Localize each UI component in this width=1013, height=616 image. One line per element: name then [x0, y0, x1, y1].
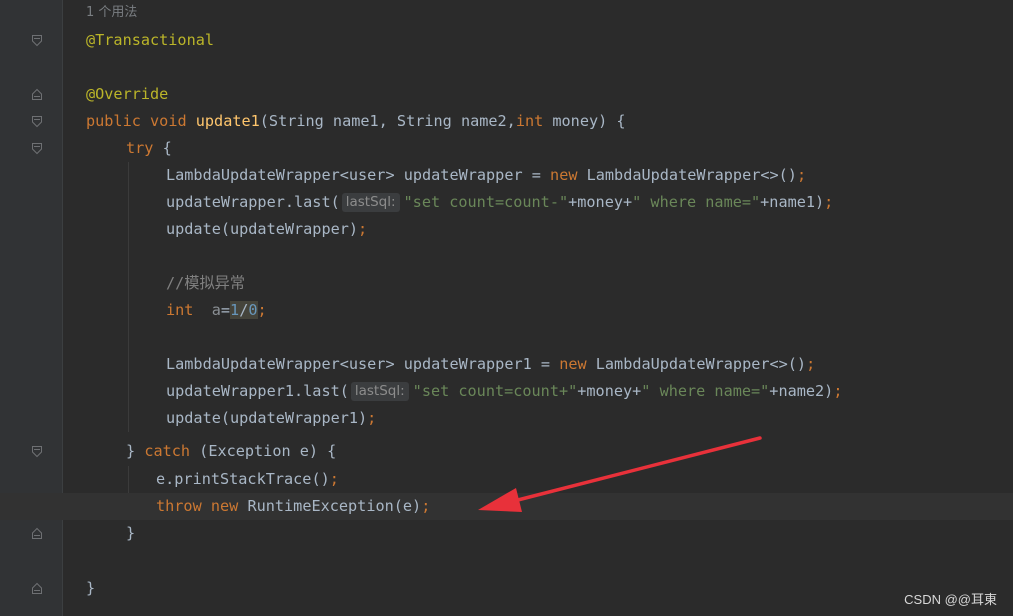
update-call: update(updateWrapper): [166, 220, 359, 238]
code-line: updateWrapper.last(lastSql: "set count=co…: [0, 189, 1013, 216]
code-line: }: [0, 575, 1013, 602]
string-literal: " where name=": [641, 382, 770, 400]
semicolon: ;: [824, 193, 834, 211]
keyword-catch: catch: [144, 442, 191, 460]
semicolon: ;: [806, 355, 816, 373]
watermark: CSDN @@耳東: [904, 592, 997, 607]
semicolon: ;: [257, 301, 267, 319]
catch-args: (Exception e) {: [190, 442, 337, 460]
code-line: 1 个用法: [0, 0, 1013, 27]
concat-name: +name2): [769, 382, 834, 400]
brace: }: [126, 442, 136, 460]
code-line: }: [0, 520, 1013, 547]
number-literal: 1: [230, 301, 240, 319]
usage-hint[interactable]: 1 个用法: [86, 0, 137, 27]
semicolon: ;: [367, 409, 377, 427]
annotation: @Transactional: [86, 31, 215, 49]
method-params-end: money) {: [543, 112, 626, 130]
code-line: update(updateWrapper);: [0, 216, 1013, 243]
comment: //模拟异常: [166, 274, 246, 292]
fold-open-icon[interactable]: [31, 527, 43, 540]
semicolon: ;: [796, 166, 807, 184]
code-line: LambdaUpdateWrapper<user> updateWrapper1…: [0, 351, 1013, 378]
wrapper-ctor: LambdaUpdateWrapper<>(): [577, 166, 797, 184]
keyword-int: int: [166, 301, 194, 319]
fold-close-icon[interactable]: [31, 445, 43, 458]
code-line: LambdaUpdateWrapper<user> updateWrapper …: [0, 162, 1013, 189]
code-line: public void update1(String name1, String…: [0, 108, 1013, 135]
keyword-throw: throw: [156, 497, 202, 515]
concat-money: +money+: [577, 382, 642, 400]
semicolon: ;: [833, 382, 843, 400]
brace: }: [126, 524, 136, 542]
code-line: int a=1/0;: [0, 297, 1013, 324]
wrapper-decl: LambdaUpdateWrapper<user> updateWrapper1…: [166, 355, 560, 373]
code-line: //模拟异常: [0, 270, 1013, 297]
parameter-hint: lastSql:: [350, 382, 409, 401]
semicolon: ;: [358, 220, 368, 238]
fold-open-icon[interactable]: [31, 582, 43, 595]
unused-variable: a: [211, 301, 221, 319]
parameter-hint: lastSql:: [341, 193, 400, 212]
print-stack-trace: e.printStackTrace(): [156, 470, 330, 488]
number-literal: 0: [248, 301, 258, 319]
semicolon: ;: [329, 470, 339, 488]
semicolon: ;: [421, 497, 431, 515]
update-call: update(updateWrapper1): [166, 409, 368, 427]
string-literal: "set count=count+": [412, 382, 578, 400]
keyword-new: new: [559, 355, 587, 373]
method-name: update1: [195, 112, 260, 130]
fold-close-icon[interactable]: [31, 115, 43, 128]
keyword-void: void: [150, 112, 187, 130]
concat-money: +money+: [568, 193, 633, 211]
method-params: (String name1, String name2,: [259, 112, 516, 130]
runtime-exception: RuntimeException(e): [238, 497, 422, 515]
keyword-new: new: [550, 166, 578, 184]
wrapper-decl: LambdaUpdateWrapper<user> updateWrapper …: [166, 166, 551, 184]
code-line: update(updateWrapper1);: [0, 405, 1013, 432]
operator: /: [239, 301, 249, 319]
code-line: updateWrapper1.last(lastSql: "set count=c…: [0, 378, 1013, 405]
operator: =: [220, 301, 231, 319]
string-literal: "set count=count-": [403, 193, 569, 211]
keyword-try: try: [126, 139, 154, 157]
red-arrow-icon: [478, 436, 762, 512]
fold-open-icon[interactable]: [31, 88, 43, 101]
last-call: updateWrapper.last(: [166, 193, 340, 211]
annotation: @Override: [86, 85, 169, 103]
last-call: updateWrapper1.last(: [166, 382, 349, 400]
string-literal: " where name=": [632, 193, 761, 211]
fold-close-icon[interactable]: [31, 142, 43, 155]
code-line: @Transactional: [0, 27, 1013, 54]
keyword-new: new: [210, 497, 239, 515]
code-editor[interactable]: 1 个用法 @Transactional @Override public vo…: [0, 0, 1013, 616]
keyword-int: int: [515, 112, 544, 130]
brace: }: [86, 579, 96, 597]
fold-close-icon[interactable]: [31, 34, 43, 47]
keyword-public: public: [86, 112, 141, 130]
code-line: try {: [0, 135, 1013, 162]
wrapper-ctor: LambdaUpdateWrapper<>(): [586, 355, 807, 373]
concat-name: +name1): [760, 193, 825, 211]
code-line: @Override: [0, 81, 1013, 108]
brace: {: [153, 139, 172, 157]
